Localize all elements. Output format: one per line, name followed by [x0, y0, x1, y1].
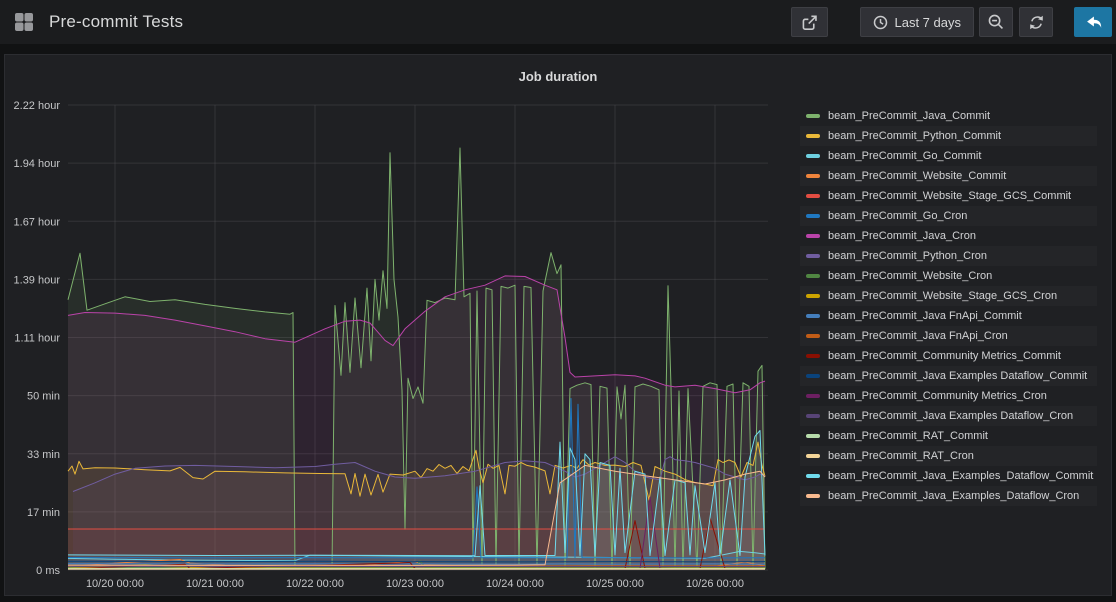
legend-swatch[interactable]: [806, 374, 820, 378]
y-axis-label: 1.39 hour: [14, 274, 61, 286]
legend-label: beam_PreCommit_Go_Commit: [828, 150, 981, 162]
legend-swatch[interactable]: [806, 394, 820, 398]
dashboard-title[interactable]: Pre-commit Tests: [49, 12, 183, 32]
series-line: [68, 564, 765, 565]
legend-swatch[interactable]: [806, 134, 820, 138]
legend-item[interactable]: beam_PreCommit_Java FnApi_Commit: [800, 306, 1097, 326]
refresh-button[interactable]: [1019, 7, 1053, 37]
legend-item[interactable]: beam_PreCommit_Website_Commit: [800, 166, 1097, 186]
back-arrow-icon: [1083, 12, 1103, 32]
series-line: [68, 561, 765, 562]
legend-label: beam_PreCommit_Python_Cron: [828, 250, 987, 262]
legend-item[interactable]: beam_PreCommit_Community Metrics_Commit: [800, 346, 1097, 366]
legend-swatch[interactable]: [806, 274, 820, 278]
y-axis-label: 33 min: [27, 449, 60, 461]
y-axis-label: 1.11 hour: [14, 333, 60, 345]
legend-swatch[interactable]: [806, 494, 820, 498]
legend-label: beam_PreCommit_Java Examples Dataflow_Co…: [828, 370, 1087, 382]
legend-swatch[interactable]: [806, 294, 820, 298]
panel-header: Job duration: [5, 55, 1111, 97]
job-duration-panel: Job duration 0 ms 17 min 33 min 50 min 1.11 …: [4, 54, 1112, 596]
legend-item[interactable]: beam_PreCommit_Website_Cron: [800, 266, 1097, 286]
legend-swatch[interactable]: [806, 254, 820, 258]
legend-label: beam_PreCommit_Python_Commit: [828, 130, 1001, 142]
legend-label: beam_PreCommit_Java_Cron: [828, 230, 976, 242]
refresh-icon: [1028, 14, 1045, 31]
duration-chart[interactable]: 0 ms 17 min 33 min 50 min 1.11 hour 1.39 hour…: [5, 97, 800, 602]
legend-label: beam_PreCommit_Java_Commit: [828, 110, 990, 122]
legend-item[interactable]: beam_PreCommit_Java_Cron: [800, 226, 1097, 246]
time-range-label: Last 7 days: [895, 15, 962, 30]
panel-title[interactable]: Job duration: [519, 69, 598, 84]
legend-label: beam_PreCommit_Website_Stage_GCS_Cron: [828, 290, 1057, 302]
legend-swatch[interactable]: [806, 234, 820, 238]
legend-swatch[interactable]: [806, 354, 820, 358]
legend: beam_PreCommit_Java_Commit beam_PreCommit…: [800, 106, 1097, 602]
y-axis-label: 17 min: [27, 507, 60, 519]
legend-swatch[interactable]: [806, 174, 820, 178]
legend-swatch[interactable]: [806, 154, 820, 158]
legend-item[interactable]: beam_PreCommit_Java FnApi_Cron: [800, 326, 1097, 346]
y-axis-label: 1.94 hour: [14, 158, 61, 170]
zoom-out-button[interactable]: [979, 7, 1013, 37]
legend-label: beam_PreCommit_RAT_Commit: [828, 430, 988, 442]
y-axis-label: 2.22 hour: [14, 100, 61, 112]
x-axis-label: 10/24 00:00: [486, 578, 544, 590]
grafana-menu-icon[interactable]: [12, 10, 36, 34]
legend-item[interactable]: beam_PreCommit_Go_Commit: [800, 146, 1097, 166]
x-axis-label: 10/25 00:00: [586, 578, 644, 590]
legend-swatch[interactable]: [806, 214, 820, 218]
legend-item[interactable]: beam_PreCommit_RAT_Commit: [800, 426, 1097, 446]
legend-label: beam_PreCommit_Java_Examples_Dataflow_Cr…: [828, 490, 1079, 502]
legend-item[interactable]: beam_PreCommit_Python_Commit: [800, 126, 1097, 146]
legend-swatch[interactable]: [806, 314, 820, 318]
legend-swatch[interactable]: [806, 114, 820, 118]
legend-label: beam_PreCommit_Community Metrics_Commit: [828, 350, 1061, 362]
y-axis-label: 1.67 hour: [14, 216, 61, 228]
legend-item[interactable]: beam_PreCommit_RAT_Cron: [800, 446, 1097, 466]
legend-swatch[interactable]: [806, 434, 820, 438]
legend-item[interactable]: beam_PreCommit_Java Examples Dataflow_Cr…: [800, 406, 1097, 426]
legend-item[interactable]: beam_PreCommit_Java Examples Dataflow_Co…: [800, 366, 1097, 386]
clock-icon: [873, 15, 888, 30]
time-range-picker[interactable]: Last 7 days: [860, 7, 975, 37]
legend-item[interactable]: beam_PreCommit_Java_Examples_Dataflow_Cr…: [800, 486, 1097, 506]
legend-swatch[interactable]: [806, 454, 820, 458]
x-axis-label: 10/23 00:00: [386, 578, 444, 590]
legend-label: beam_PreCommit_Java FnApi_Cron: [828, 330, 1008, 342]
x-axis-label: 10/26 00:00: [686, 578, 744, 590]
legend-item[interactable]: beam_PreCommit_Java_Examples_Dataflow_Co…: [800, 466, 1097, 486]
share-icon: [800, 13, 819, 32]
y-axis-label: 50 min: [27, 391, 60, 403]
legend-item[interactable]: beam_PreCommit_Go_Cron: [800, 206, 1097, 226]
legend-item[interactable]: beam_PreCommit_Website_Stage_GCS_Commit: [800, 186, 1097, 206]
legend-swatch[interactable]: [806, 194, 820, 198]
back-button[interactable]: [1074, 7, 1112, 37]
y-axis-label: 0 ms: [36, 565, 60, 577]
legend-swatch[interactable]: [806, 474, 820, 478]
legend-item[interactable]: beam_PreCommit_Website_Stage_GCS_Cron: [800, 286, 1097, 306]
zoom-out-icon: [987, 13, 1005, 31]
legend-swatch[interactable]: [806, 334, 820, 338]
legend-item[interactable]: beam_PreCommit_Java_Commit: [800, 106, 1097, 126]
legend-swatch[interactable]: [806, 414, 820, 418]
legend-label: beam_PreCommit_Java FnApi_Commit: [828, 310, 1022, 322]
legend-label: beam_PreCommit_Community Metrics_Cron: [828, 390, 1047, 402]
legend-label: beam_PreCommit_Java Examples Dataflow_Cr…: [828, 410, 1073, 422]
legend-label: beam_PreCommit_Website_Cron: [828, 270, 992, 282]
x-axis-label: 10/21 00:00: [186, 578, 244, 590]
legend-item[interactable]: beam_PreCommit_Python_Cron: [800, 246, 1097, 266]
legend-label: beam_PreCommit_Website_Commit: [828, 170, 1006, 182]
navbar: Pre-commit Tests Last 7 days: [0, 0, 1116, 44]
legend-label: beam_PreCommit_RAT_Cron: [828, 450, 974, 462]
x-axis-label: 10/20 00:00: [86, 578, 144, 590]
legend-label: beam_PreCommit_Website_Stage_GCS_Commit: [828, 190, 1071, 202]
legend-item[interactable]: beam_PreCommit_Community Metrics_Cron: [800, 386, 1097, 406]
x-axis-label: 10/22 00:00: [286, 578, 344, 590]
share-dashboard-button[interactable]: [791, 7, 828, 37]
legend-label: beam_PreCommit_Java_Examples_Dataflow_Co…: [828, 470, 1093, 482]
legend-label: beam_PreCommit_Go_Cron: [828, 210, 967, 222]
